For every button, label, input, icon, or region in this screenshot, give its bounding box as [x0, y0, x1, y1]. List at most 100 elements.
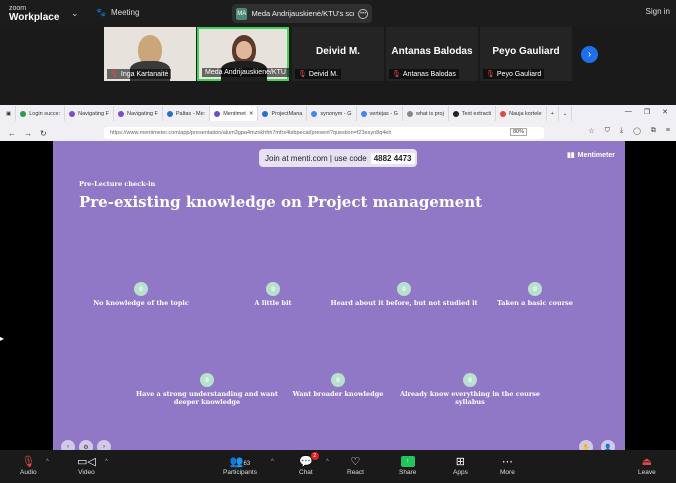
menu-icon[interactable]: ≡ — [666, 127, 670, 135]
participant-tile[interactable]: Peyo Gauliard 🎙 Peyo Gauliard — [480, 27, 572, 81]
participant-tile[interactable]: Deivid M. 🎙 Deivid M. — [292, 27, 384, 81]
close-tab-icon[interactable]: ✕ — [249, 111, 254, 117]
download-icon[interactable]: ⤓ — [620, 127, 623, 135]
more-dots-icon: ⋯ — [501, 456, 513, 468]
screen-share-label: Meda Andrijauskienė/KTU's scree — [251, 9, 355, 18]
browser-tab[interactable]: Nauja kortele — [496, 106, 547, 121]
participant-display-name: Deivid M. — [316, 46, 360, 57]
participant-tile-active[interactable]: Meda Andrijauskienė/KTU — [197, 27, 289, 81]
vote-count: 0 — [463, 373, 477, 387]
slide-title: Pre-existing knowledge on Project manage… — [79, 193, 483, 211]
browser-tab[interactable]: what is proj — [403, 106, 449, 121]
url-row: ← → ↻ https://www.mentimeter.com/app/pre… — [0, 125, 676, 141]
paw-icon: 🐾 — [96, 8, 106, 17]
participant-name-tag: 🎙 Inga Kartanaitė — [107, 69, 172, 79]
browser-tab[interactable]: Text extracti — [449, 106, 497, 121]
poll-option: 0 Taken a basic course — [460, 282, 610, 307]
option-label: Heard about it before, but not studied i… — [330, 299, 478, 307]
more-button[interactable]: ⋯ More — [500, 455, 515, 476]
apps-icon: ⊞ — [455, 456, 466, 468]
zoom-level[interactable]: 80% — [510, 128, 528, 136]
meeting-menu[interactable]: 🐾 Meeting — [96, 8, 139, 17]
chat-button[interactable]: 💬 2 Chat — [299, 452, 319, 476]
browser-tab[interactable]: ProjectMana — [258, 106, 308, 121]
browser-tab[interactable]: Login succe: — [16, 106, 66, 121]
audio-button[interactable]: 🎙 Audio — [20, 455, 37, 476]
shared-screen: Join at menti.com | use code 4882 4473 ▮… — [0, 141, 676, 454]
video-options-chevron-icon[interactable]: ^ — [105, 459, 108, 465]
reload-icon[interactable]: ↻ — [40, 129, 47, 138]
toolbar-icons: ☆ ⛉ ⤓ ◯ ⧉ ≡ — [588, 127, 670, 135]
account-icon[interactable]: ◯ — [633, 127, 641, 135]
participants-button[interactable]: 👥63 Participants — [223, 455, 257, 476]
mentimeter-bars-icon: ▮▮ — [566, 152, 575, 159]
new-tab-icon[interactable]: + — [547, 106, 559, 121]
share-label: Share — [399, 469, 417, 476]
tab-bar: ▣ Login succe: Navigating F Navigating F… — [0, 105, 676, 122]
audio-label: Audio — [20, 469, 37, 476]
poll-option: 0 No knowledge of the topic — [66, 282, 216, 307]
tab-overflow-icon[interactable]: ⌄ — [559, 106, 573, 121]
forward-icon[interactable]: → — [24, 129, 32, 138]
sign-in-link[interactable]: Sign in — [646, 7, 670, 16]
address-bar[interactable]: https://www.mentimeter.com/app/presentat… — [104, 127, 544, 139]
tab-list-icon[interactable]: ▣ — [0, 106, 17, 121]
participant-tile[interactable]: Antanas Balodas 🎙 Antanas Balodas — [386, 27, 478, 81]
audio-options-chevron-icon[interactable]: ^ — [46, 459, 49, 465]
video-button[interactable]: ▭◁ Video — [77, 455, 96, 476]
join-banner: Join at menti.com | use code 4882 4473 — [259, 149, 417, 167]
mentimeter-logo: ▮▮ Mentimeter — [566, 151, 615, 160]
mic-off-icon: 🎙 — [298, 71, 307, 78]
option-label: Already know everything in the course sy… — [399, 390, 541, 406]
browser-tab[interactable]: Paltas - Me: — [163, 106, 211, 121]
chevron-down-icon[interactable]: ⌄ — [71, 8, 79, 19]
browser-tab[interactable]: vertėjas - G — [357, 106, 403, 121]
leave-button[interactable]: ⏏ Leave — [638, 455, 656, 476]
window-controls: — ❐ ✕ — [625, 108, 668, 116]
option-label: A little bit — [254, 299, 292, 307]
participants-count: 63 — [243, 461, 251, 467]
more-options-icon[interactable]: ••• — [358, 8, 368, 19]
vote-count: 0 — [528, 282, 542, 296]
restore-icon[interactable]: ❐ — [644, 108, 650, 116]
bookmark-star-icon[interactable]: ☆ — [588, 127, 594, 135]
top-bar: zoom Workplace ⌄ 🐾 Meeting MA Meda Andri… — [0, 0, 676, 27]
join-code: 4882 4473 — [370, 152, 415, 164]
shield-icon[interactable]: ⛉ — [605, 127, 610, 135]
leave-label: Leave — [638, 469, 656, 476]
more-label: More — [500, 469, 515, 476]
next-page-arrow-icon[interactable]: › — [581, 46, 598, 63]
option-label: Taken a basic course — [497, 299, 573, 307]
browser-chrome: ▣ Login succe: Navigating F Navigating F… — [0, 105, 676, 141]
vote-count: 0 — [397, 282, 411, 296]
browser-tab[interactable]: synonym - G — [307, 106, 357, 121]
browser-tab-active[interactable]: Mentimet ✕ — [210, 106, 259, 121]
mic-off-icon: 🎙 — [110, 71, 119, 78]
apps-button[interactable]: ⊞ Apps — [453, 455, 468, 476]
meeting-toolbar: 🎙 Audio ^ ▭◁ Video ^ 👥63 Participants ^ … — [0, 450, 676, 483]
react-button[interactable]: ♡ React — [347, 455, 364, 476]
chat-options-chevron-icon[interactable]: ^ — [326, 459, 329, 465]
participant-video-face — [236, 41, 252, 59]
participants-options-chevron-icon[interactable]: ^ — [271, 459, 274, 465]
extensions-icon[interactable]: ⧉ — [651, 127, 656, 135]
apps-label: Apps — [453, 469, 468, 476]
close-window-icon[interactable]: ✕ — [662, 108, 668, 116]
browser-tab[interactable]: Navigating F — [114, 106, 163, 121]
screen-share-pill[interactable]: MA Meda Andrijauskienė/KTU's scree ••• — [232, 4, 372, 23]
heart-icon: ♡ — [350, 456, 361, 468]
minimize-icon[interactable]: — — [625, 108, 632, 116]
participant-display-name: Antanas Balodas — [391, 46, 473, 57]
browser-tab[interactable]: Navigating F — [65, 106, 114, 121]
react-label: React — [347, 469, 364, 476]
poll-option: 0 Heard about it before, but not studied… — [329, 282, 479, 307]
back-icon[interactable]: ← — [8, 129, 16, 138]
video-camera-icon: ▭◁ — [77, 456, 96, 468]
vote-count: 0 — [200, 373, 214, 387]
share-button[interactable]: ↑ Share — [399, 455, 416, 476]
mentimeter-slide: Join at menti.com | use code 4882 4473 ▮… — [53, 141, 625, 454]
participant-display-name: Peyo Gauliard — [492, 46, 560, 57]
participant-tile[interactable]: 🎙 Inga Kartanaitė — [104, 27, 196, 81]
option-label: No knowledge of the topic — [93, 299, 189, 307]
participant-strip: 🎙 Inga Kartanaitė Meda Andrijauskienė/KTU… — [0, 27, 676, 85]
